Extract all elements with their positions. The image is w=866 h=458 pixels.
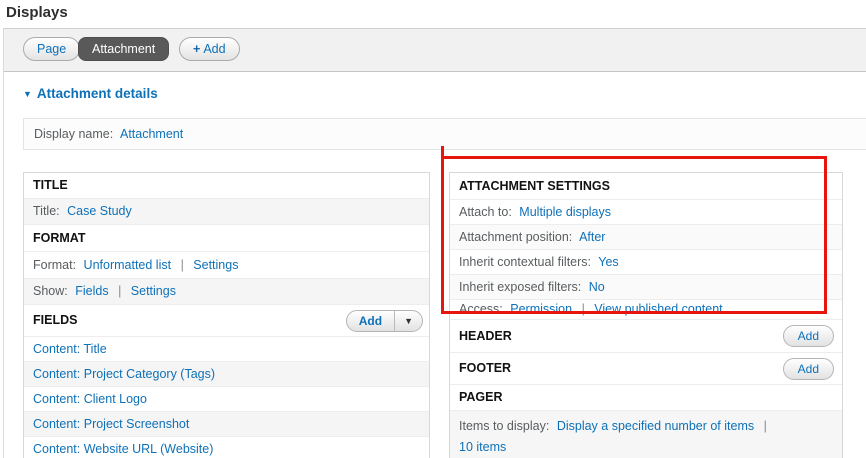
format-section-label: FORMAT <box>33 231 86 245</box>
field-row: Content: Project Screenshot <box>24 412 429 437</box>
views-ui-displays-screen: Displays Page Attachment + Add ▼ Attachmen… <box>0 0 866 458</box>
inherit-exposed-label: Inherit exposed filters: <box>459 280 582 294</box>
footer-section-header: FOOTER Add <box>450 353 842 385</box>
title-section-label: TITLE <box>33 178 68 192</box>
add-display-button[interactable]: + Add <box>179 37 240 61</box>
add-display-label: Add <box>203 42 226 56</box>
header-add-button[interactable]: Add <box>782 325 834 347</box>
attach-to-link[interactable]: Multiple displays <box>519 205 611 219</box>
display-tabs-toolbar: Page Attachment + Add <box>4 28 866 72</box>
inherit-exposed-row: Inherit exposed filters: No <box>450 275 842 300</box>
separator: | <box>581 302 585 316</box>
show-settings-link[interactable]: Settings <box>131 284 176 298</box>
inherit-contextual-row: Inherit contextual filters: Yes <box>450 250 842 275</box>
pager-type-link[interactable]: Display a specified number of items <box>557 419 754 433</box>
title-label: Title: <box>33 204 60 218</box>
inherit-contextual-label: Inherit contextual filters: <box>459 255 592 269</box>
display-name-label: Display name: <box>34 127 114 141</box>
pager-section-header: PAGER <box>450 385 842 411</box>
show-label: Show: <box>33 284 68 298</box>
access-permission-link[interactable]: View published content <box>594 302 722 316</box>
field-link[interactable]: Content: Title <box>33 342 107 356</box>
header-add-label: Add <box>797 329 819 343</box>
header-section-header: HEADER Add <box>450 320 842 353</box>
plus-icon: + <box>193 42 201 56</box>
format-settings-link[interactable]: Settings <box>193 258 238 272</box>
attachment-details-toggle[interactable]: ▼ Attachment details <box>23 86 158 101</box>
tab-attachment-label: Attachment <box>92 42 156 56</box>
separator: | <box>118 284 122 298</box>
pager-section-label: PAGER <box>459 390 503 404</box>
tab-attachment-button[interactable]: Attachment <box>78 37 170 61</box>
collapse-triangle-icon: ▼ <box>23 89 32 99</box>
footer-add-button[interactable]: Add <box>782 358 834 380</box>
tab-page-label: Page <box>37 42 67 56</box>
attachment-settings-header: ATTACHMENT SETTINGS <box>450 173 842 200</box>
display-name-row: Display name: Attachment <box>23 118 866 150</box>
field-row: Content: Project Category (Tags) <box>24 362 429 387</box>
format-section-header: FORMAT <box>24 225 429 252</box>
title-section-header: TITLE <box>24 173 429 199</box>
fields-add-label[interactable]: Add <box>347 311 394 331</box>
access-label: Access: <box>459 302 503 316</box>
format-row: Format: Unformatted list | Settings <box>24 252 429 279</box>
field-link[interactable]: Content: Project Screenshot <box>33 417 189 431</box>
field-row: Content: Website URL (Website) <box>24 437 429 458</box>
footer-section-label: FOOTER <box>459 361 512 375</box>
fields-add-split-button[interactable]: Add ▼ <box>345 310 423 332</box>
annotation-tick <box>441 146 444 158</box>
title-row: Title: Case Study <box>24 199 429 225</box>
access-type-link[interactable]: Permission <box>510 302 572 316</box>
attachment-details-label: Attachment details <box>36 86 158 101</box>
page-title: Displays <box>6 4 68 21</box>
field-link[interactable]: Content: Client Logo <box>33 392 147 406</box>
title-value-link[interactable]: Case Study <box>67 204 132 218</box>
displays-container: Page Attachment + Add ▼ Attachment details… <box>3 28 866 458</box>
field-row: Content: Client Logo <box>24 387 429 412</box>
attach-to-label: Attach to: <box>459 205 512 219</box>
attachment-position-row: Attachment position: After <box>450 225 842 250</box>
header-section-label: HEADER <box>459 329 512 343</box>
format-label: Format: <box>33 258 77 272</box>
inherit-contextual-link[interactable]: Yes <box>598 255 618 269</box>
fields-section-label: FIELDS <box>33 313 78 327</box>
show-row: Show: Fields | Settings <box>24 279 429 305</box>
inherit-exposed-link[interactable]: No <box>589 280 605 294</box>
attachment-position-label: Attachment position: <box>459 230 573 244</box>
display-name-link[interactable]: Attachment <box>120 127 183 141</box>
field-row: Content: Title <box>24 337 429 362</box>
field-link[interactable]: Content: Website URL (Website) <box>33 442 213 456</box>
fields-section-header: FIELDS Add ▼ <box>24 305 429 337</box>
access-row: Access: Permission | View published cont… <box>450 300 842 320</box>
separator: | <box>180 258 184 272</box>
left-settings-column: TITLE Title: Case Study FORMAT Format: U… <box>23 172 430 458</box>
attach-to-row: Attach to: Multiple displays <box>450 200 842 225</box>
right-settings-column: ATTACHMENT SETTINGS Attach to: Multiple … <box>449 172 843 458</box>
items-to-display-label: Items to display: <box>459 419 550 433</box>
tab-page-button[interactable]: Page <box>23 37 81 61</box>
pager-count-link[interactable]: 10 items <box>459 440 506 454</box>
attachment-position-link[interactable]: After <box>579 230 605 244</box>
field-link[interactable]: Content: Project Category (Tags) <box>33 367 215 381</box>
pager-row: Items to display: Display a specified nu… <box>450 411 842 458</box>
footer-add-label: Add <box>797 362 819 376</box>
separator: | <box>763 419 767 433</box>
format-value-link[interactable]: Unformatted list <box>84 258 172 272</box>
caret-down-icon[interactable]: ▼ <box>394 311 422 331</box>
attachment-settings-label: ATTACHMENT SETTINGS <box>459 179 610 193</box>
show-value-link[interactable]: Fields <box>75 284 108 298</box>
